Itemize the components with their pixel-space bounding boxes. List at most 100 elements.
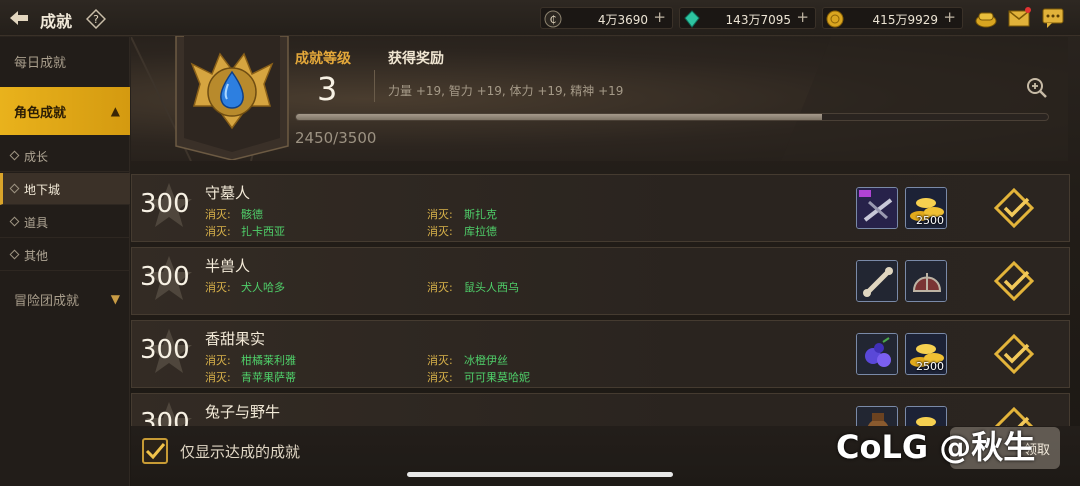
chevron-up-icon: ▲ <box>110 104 120 118</box>
kill-prefix: 消灭: <box>205 354 231 367</box>
sidebar-subitem-dungeon[interactable]: 地下城 <box>0 173 130 205</box>
kill-prefix: 消灭: <box>427 281 453 294</box>
achievement-points: 300 <box>140 408 190 426</box>
diamond-bullet-icon <box>9 249 20 260</box>
currency-gem: 143万7095 + <box>679 7 816 29</box>
achievement-row: 300 守墓人 消灭: 骸德 消灭: 斯扎克 消灭: 扎卡西亚 消灭: 库拉德 … <box>131 174 1070 242</box>
achievement-screen: 成就 ? ₵ 4万3690 + 143万7095 + 415万9929 + 每日… <box>0 0 1080 486</box>
achievement-name: 半兽人 <box>205 257 251 275</box>
currency-coin: ₵ 4万3690 + <box>540 7 673 29</box>
back-arrow-icon[interactable] <box>8 8 30 28</box>
currency-gem-value: 143万7095 <box>725 13 791 27</box>
diamond-bullet-icon <box>9 183 20 194</box>
achievement-name: 兔子与野牛 <box>205 403 281 421</box>
achievement-row: 300 半兽人 消灭: 犬人哈多 消灭: 鼠头人西乌 <box>131 247 1070 315</box>
currency-gold-value: 415万9929 <box>872 13 938 27</box>
diamond-bullet-icon <box>9 216 20 227</box>
level-progress-bar <box>295 113 1049 121</box>
sidebar-item-character[interactable]: 角色成就 ▲ <box>0 87 130 135</box>
berry-icon[interactable] <box>856 333 898 375</box>
sidebar-item-label: 角色成就 <box>14 106 67 121</box>
page-title: 成就 <box>40 12 73 31</box>
currency-gold-add[interactable]: + <box>943 8 956 26</box>
achievement-name: 守墓人 <box>205 184 251 202</box>
question-icon[interactable]: ? <box>86 9 106 29</box>
sidebar: 每日成就 角色成就 ▲ 成长 地下城 道具 其他 冒险团成就 ▼ <box>0 37 130 486</box>
kill-target: 库拉德 <box>464 225 497 238</box>
level-value: 3 <box>317 70 338 108</box>
reward-count: 2500 <box>916 360 944 373</box>
level-emblem-icon <box>175 36 289 160</box>
filter-label[interactable]: 仅显示达成的成就 <box>180 441 300 462</box>
currency-coin-value: 4万3690 <box>597 13 648 27</box>
kill-target: 骸德 <box>241 208 263 221</box>
sidebar-item-label: 冒险团成就 <box>14 294 80 309</box>
bone-icon[interactable] <box>856 260 898 302</box>
gold-stack-icon[interactable]: 2500 <box>905 333 947 375</box>
kill-prefix: 消灭: <box>205 281 231 294</box>
filter-checkbox[interactable] <box>142 438 168 464</box>
sidebar-subitem-other[interactable]: 其他 <box>0 239 130 271</box>
reward-label: 获得奖励 <box>388 51 444 67</box>
sidebar-subitem-items[interactable]: 道具 <box>0 206 130 238</box>
sidebar-item-adventure[interactable]: 冒险团成就 ▼ <box>0 275 130 323</box>
divider <box>374 70 375 102</box>
kill-prefix: 消灭: <box>205 208 231 221</box>
top-bar: 成就 ? ₵ 4万3690 + 143万7095 + 415万9929 + <box>0 0 1080 36</box>
sidebar-subitem-label: 成长 <box>24 150 49 164</box>
claimed-check-icon[interactable] <box>994 188 1034 228</box>
kill-target: 冰橙伊丝 <box>464 354 508 367</box>
gold-stack-icon[interactable]: 2500 <box>905 187 947 229</box>
home-indicator[interactable] <box>407 472 673 477</box>
sidebar-item-label: 每日成就 <box>14 56 67 71</box>
currency-coin-add[interactable]: + <box>653 8 666 26</box>
level-progress-text: 2450/3500 <box>295 129 377 147</box>
reward-value: 力量 +19, 智力 +19, 体力 +19, 精神 +19 <box>388 84 624 98</box>
gem-icon <box>684 10 700 28</box>
achievement-list[interactable]: 300 守墓人 消灭: 骸德 消灭: 斯扎克 消灭: 扎卡西亚 消灭: 库拉德 … <box>131 168 1070 426</box>
svg-text:?: ? <box>93 13 99 26</box>
level-progress-fill <box>296 114 823 120</box>
diamond-bullet-icon <box>9 150 20 161</box>
sidebar-subitem-label: 其他 <box>24 249 49 263</box>
weapon-icon[interactable] <box>856 187 898 229</box>
sidebar-subitem-label: 地下城 <box>24 183 61 197</box>
zoom-in-icon[interactable] <box>1026 77 1048 99</box>
kill-target: 可可果莫哈妮 <box>464 371 530 384</box>
mail-icon[interactable] <box>1007 7 1031 29</box>
reward-count: 2500 <box>916 214 944 227</box>
claimed-check-icon[interactable] <box>994 261 1034 301</box>
claimed-check-icon[interactable] <box>994 334 1034 374</box>
kill-prefix: 消灭: <box>205 225 231 238</box>
helmet-icon[interactable] <box>905 260 947 302</box>
level-label: 成就等级 <box>295 51 351 67</box>
chest-icon[interactable] <box>974 7 998 29</box>
kill-prefix: 消灭: <box>427 354 453 367</box>
coin-c-icon: ₵ <box>544 10 562 28</box>
svg-text:₵: ₵ <box>550 13 557 26</box>
currency-gem-add[interactable]: + <box>796 8 809 26</box>
kill-target: 鼠头人西乌 <box>464 281 519 294</box>
achievement-points: 300 <box>140 262 190 292</box>
sidebar-item-daily[interactable]: 每日成就 <box>0 37 130 85</box>
kill-target: 柑橘莱利雅 <box>241 354 296 367</box>
kill-prefix: 消灭: <box>205 371 231 384</box>
sidebar-subitem-growth[interactable]: 成长 <box>0 140 130 172</box>
kill-prefix: 消灭: <box>427 208 453 221</box>
chat-icon[interactable] <box>1041 7 1065 29</box>
achievement-row: 300 香甜果实 消灭: 柑橘莱利雅 消灭: 冰橙伊丝 消灭: 青苹果萨蒂 消灭… <box>131 320 1070 388</box>
kill-target: 斯扎克 <box>464 208 497 221</box>
kill-prefix: 消灭: <box>427 225 453 238</box>
sidebar-subitem-label: 道具 <box>24 216 49 230</box>
currency-gold: 415万9929 + <box>822 7 963 29</box>
chevron-down-icon: ▼ <box>110 292 120 306</box>
kill-target: 青苹果萨蒂 <box>241 371 296 384</box>
achievement-points: 300 <box>140 335 190 365</box>
achievement-name: 香甜果实 <box>205 330 266 348</box>
gold-icon <box>826 10 844 28</box>
check-icon <box>145 443 166 460</box>
achievement-points: 300 <box>140 189 190 219</box>
watermark: CoLG @秋生 <box>836 428 1036 466</box>
kill-prefix: 消灭: <box>427 371 453 384</box>
kill-target: 扎卡西亚 <box>241 225 285 238</box>
